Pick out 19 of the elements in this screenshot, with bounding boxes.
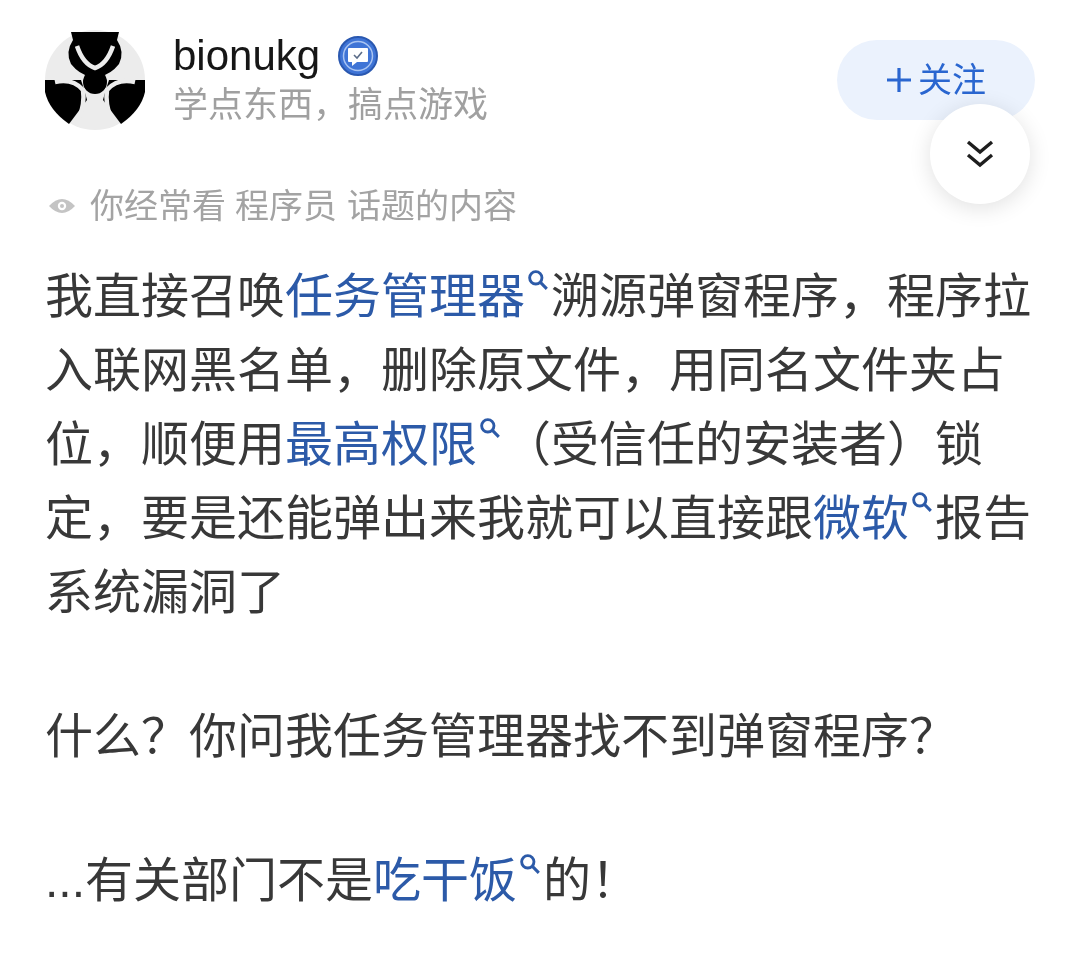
search-icon (911, 491, 933, 513)
biohazard-avatar-icon (45, 30, 145, 130)
keyword-link[interactable]: 任务管理器 (285, 269, 551, 325)
follow-button[interactable]: 关注 (837, 40, 1035, 120)
search-icon (527, 269, 549, 291)
author-name: bionukg (173, 32, 321, 80)
eye-icon (48, 197, 76, 215)
author-bio: 学点东西，搞点游戏 (173, 84, 488, 126)
double-chevron-down-icon (966, 139, 994, 169)
body-paragraph: 什么？你问我任务管理器找不到弹窗程序？ (45, 709, 958, 765)
keyword-link[interactable]: 最高权限 (285, 417, 503, 473)
plus-icon (886, 67, 912, 93)
body-paragraph: 我直接召唤任务管理器 溯源弹窗程序，程序拉入联网黑名单，删除原文件，用同名文件夹占位，顺便用最高权限 （受信任的安装者）锁定，要是还能弹出来我就可以直接跟微软 报告系统漏洞了 (45, 268, 1032, 621)
search-icon (479, 417, 501, 439)
body-paragraph: ...有关部门不是吃干饭 的！ (45, 852, 640, 911)
topic-hint-text: 你经常看 程序员 话题的内容 (90, 186, 517, 227)
keyword-link[interactable]: 微软 (813, 491, 935, 547)
keyword-link[interactable]: 吃干饭 (373, 853, 543, 909)
search-icon (519, 853, 541, 875)
